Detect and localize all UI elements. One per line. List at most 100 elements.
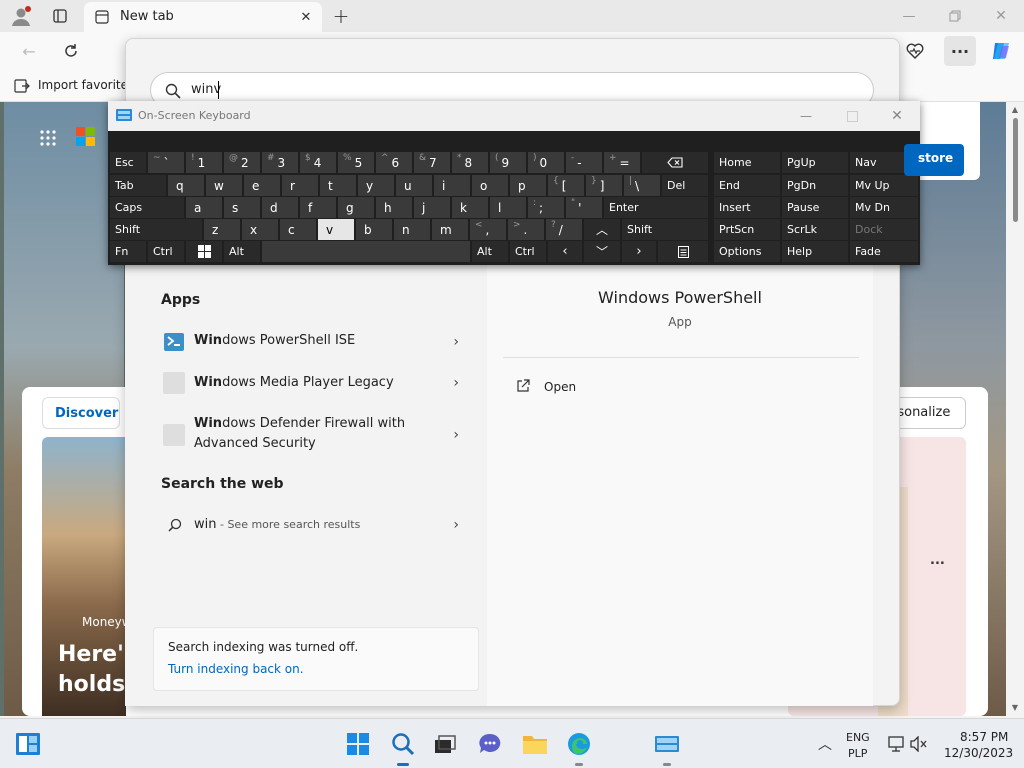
key-12-row1[interactable]: + = [604, 152, 640, 173]
key-alt-left[interactable]: Alt [224, 241, 260, 262]
key-del[interactable]: Del [662, 175, 708, 196]
key-ctrl-left[interactable]: Ctrl [148, 241, 184, 262]
key-fade[interactable]: Fade [850, 241, 918, 262]
chevron-right-icon[interactable]: › [453, 334, 459, 350]
key-y-row2[interactable]: y [358, 175, 394, 196]
key-e-row2[interactable]: e [244, 175, 280, 196]
file-explorer-icon[interactable] [520, 729, 550, 759]
key-mv-dn[interactable]: Mv Dn [850, 197, 918, 218]
page-scrollbar[interactable]: ▲ ▼ [1006, 102, 1024, 716]
key-arrow-down[interactable]: ﹀ [584, 241, 620, 262]
key-9-row1[interactable]: (9 [490, 152, 526, 173]
key-1-row1[interactable]: ! 1 [186, 152, 222, 173]
key-mv-up[interactable]: Mv Up [850, 175, 918, 196]
key-[-row2[interactable]: {[ [548, 175, 584, 196]
key-home[interactable]: Home [714, 152, 780, 173]
key-7-row1[interactable]: & 7 [414, 152, 450, 173]
osk-maximize-icon[interactable] [842, 107, 862, 125]
key-space[interactable] [262, 241, 470, 262]
key-8-row1[interactable]: * 8 [452, 152, 488, 173]
key-caps[interactable]: Caps [110, 197, 184, 218]
window-close-icon[interactable]: ✕ [990, 6, 1012, 26]
edge-browser-icon[interactable] [564, 729, 594, 759]
key-10-row1[interactable]: ) 0 [528, 152, 564, 173]
key-0-row4[interactable]: z [204, 219, 240, 240]
language-indicator-line1[interactable]: ENG [846, 731, 870, 744]
clock-time[interactable]: 8:57 PM [960, 730, 1008, 744]
key-r-row2[interactable]: r [282, 175, 318, 196]
key-6-row1[interactable]: ^ 6 [376, 152, 412, 173]
new-tab-plus-icon[interactable]: + [330, 4, 352, 28]
key-]-row2[interactable]: }] [586, 175, 622, 196]
scrollbar-thumb[interactable] [1013, 118, 1018, 222]
osk-close-icon[interactable]: ✕ [887, 107, 907, 125]
key-i-row2[interactable]: i [434, 175, 470, 196]
result-web-search[interactable]: win - See more search results › [125, 513, 487, 537]
profile-icon[interactable] [8, 4, 34, 28]
key-8-row3[interactable]: l [490, 197, 526, 218]
key-shift-right[interactable]: Shift [622, 219, 708, 240]
minimize-icon[interactable]: — [898, 6, 920, 26]
show-hidden-icons-icon[interactable]: ︿ [810, 729, 840, 759]
key-arrow-left[interactable]: ‹ [548, 241, 582, 262]
key-t-row2[interactable]: t [320, 175, 356, 196]
key-dock[interactable]: Dock [850, 219, 918, 240]
key-11-row1[interactable]: -- [566, 152, 602, 173]
teams-chat-icon[interactable] [475, 729, 505, 759]
key-ctrl-right[interactable]: Ctrl [510, 241, 546, 262]
start-icon[interactable] [343, 729, 373, 759]
copilot-icon[interactable] [988, 38, 1014, 64]
key-end[interactable]: End [714, 175, 780, 196]
key-7-row4[interactable]: <, [470, 219, 506, 240]
key-\-row2[interactable]: | \ [624, 175, 660, 196]
key-4-row1[interactable]: $4 [300, 152, 336, 173]
key-help[interactable]: Help [782, 241, 848, 262]
clock-date[interactable]: 12/30/2023 [944, 746, 1013, 760]
key-u-row2[interactable]: u [396, 175, 432, 196]
key-2-row4[interactable]: c [280, 219, 316, 240]
key-3-row3[interactable]: f [300, 197, 336, 218]
key-prtscn[interactable]: PrtScn [714, 219, 780, 240]
key-o-row2[interactable]: o [472, 175, 508, 196]
key-alt-right[interactable]: Alt [472, 241, 508, 262]
key-tab[interactable]: Tab [110, 175, 166, 196]
key-7-row3[interactable]: k [452, 197, 488, 218]
key-2-row1[interactable]: @2 [224, 152, 260, 173]
volume-muted-icon[interactable] [904, 729, 934, 759]
key-1-row4[interactable]: x [242, 219, 278, 240]
tab-close-icon[interactable]: ✕ [298, 9, 314, 25]
key-6-row4[interactable]: m [432, 219, 468, 240]
key-windows[interactable] [186, 241, 222, 262]
open-action[interactable]: Open [544, 380, 576, 394]
osk-minimize-icon[interactable]: — [796, 107, 816, 125]
key-w-row2[interactable]: w [206, 175, 242, 196]
widgets-icon[interactable] [13, 729, 43, 759]
key-0-row1[interactable]: ~ ` [148, 152, 184, 173]
key-insert[interactable]: Insert [714, 197, 780, 218]
tab-new-tab[interactable]: New tab ✕ [84, 2, 322, 32]
back-icon[interactable]: ← [18, 40, 40, 62]
result-powershell-ise[interactable]: Windows PowerShell ISE › [125, 327, 487, 357]
news-headline-line2[interactable]: holds [58, 672, 125, 697]
tab-actions-icon[interactable] [50, 6, 70, 26]
scroll-down-icon[interactable]: ▼ [1010, 702, 1020, 712]
key-arrow-up[interactable]: ︿ [584, 219, 620, 240]
key-fn[interactable]: Fn [110, 241, 146, 262]
result-media-player[interactable]: Windows Media Player Legacy › [125, 368, 487, 398]
key-1-row3[interactable]: s [224, 197, 260, 218]
key-2-row3[interactable]: d [262, 197, 298, 218]
import-favorites-link[interactable]: Import favorites [38, 78, 134, 92]
key-6-row3[interactable]: j [414, 197, 450, 218]
key-4-row3[interactable]: g [338, 197, 374, 218]
card-more-icon[interactable]: ... [930, 553, 945, 568]
key-pause[interactable]: Pause [782, 197, 848, 218]
key-scrlk[interactable]: ScrLk [782, 219, 848, 240]
key-3-row4[interactable]: v [318, 219, 354, 240]
task-view-icon[interactable] [430, 729, 460, 759]
key-5-row4[interactable]: n [394, 219, 430, 240]
key-menu[interactable] [658, 241, 708, 262]
key-10-row3[interactable]: " ' [566, 197, 602, 218]
chevron-right-icon[interactable]: › [453, 375, 459, 391]
key-5-row3[interactable]: h [376, 197, 412, 218]
key-backspace[interactable] [642, 152, 708, 173]
